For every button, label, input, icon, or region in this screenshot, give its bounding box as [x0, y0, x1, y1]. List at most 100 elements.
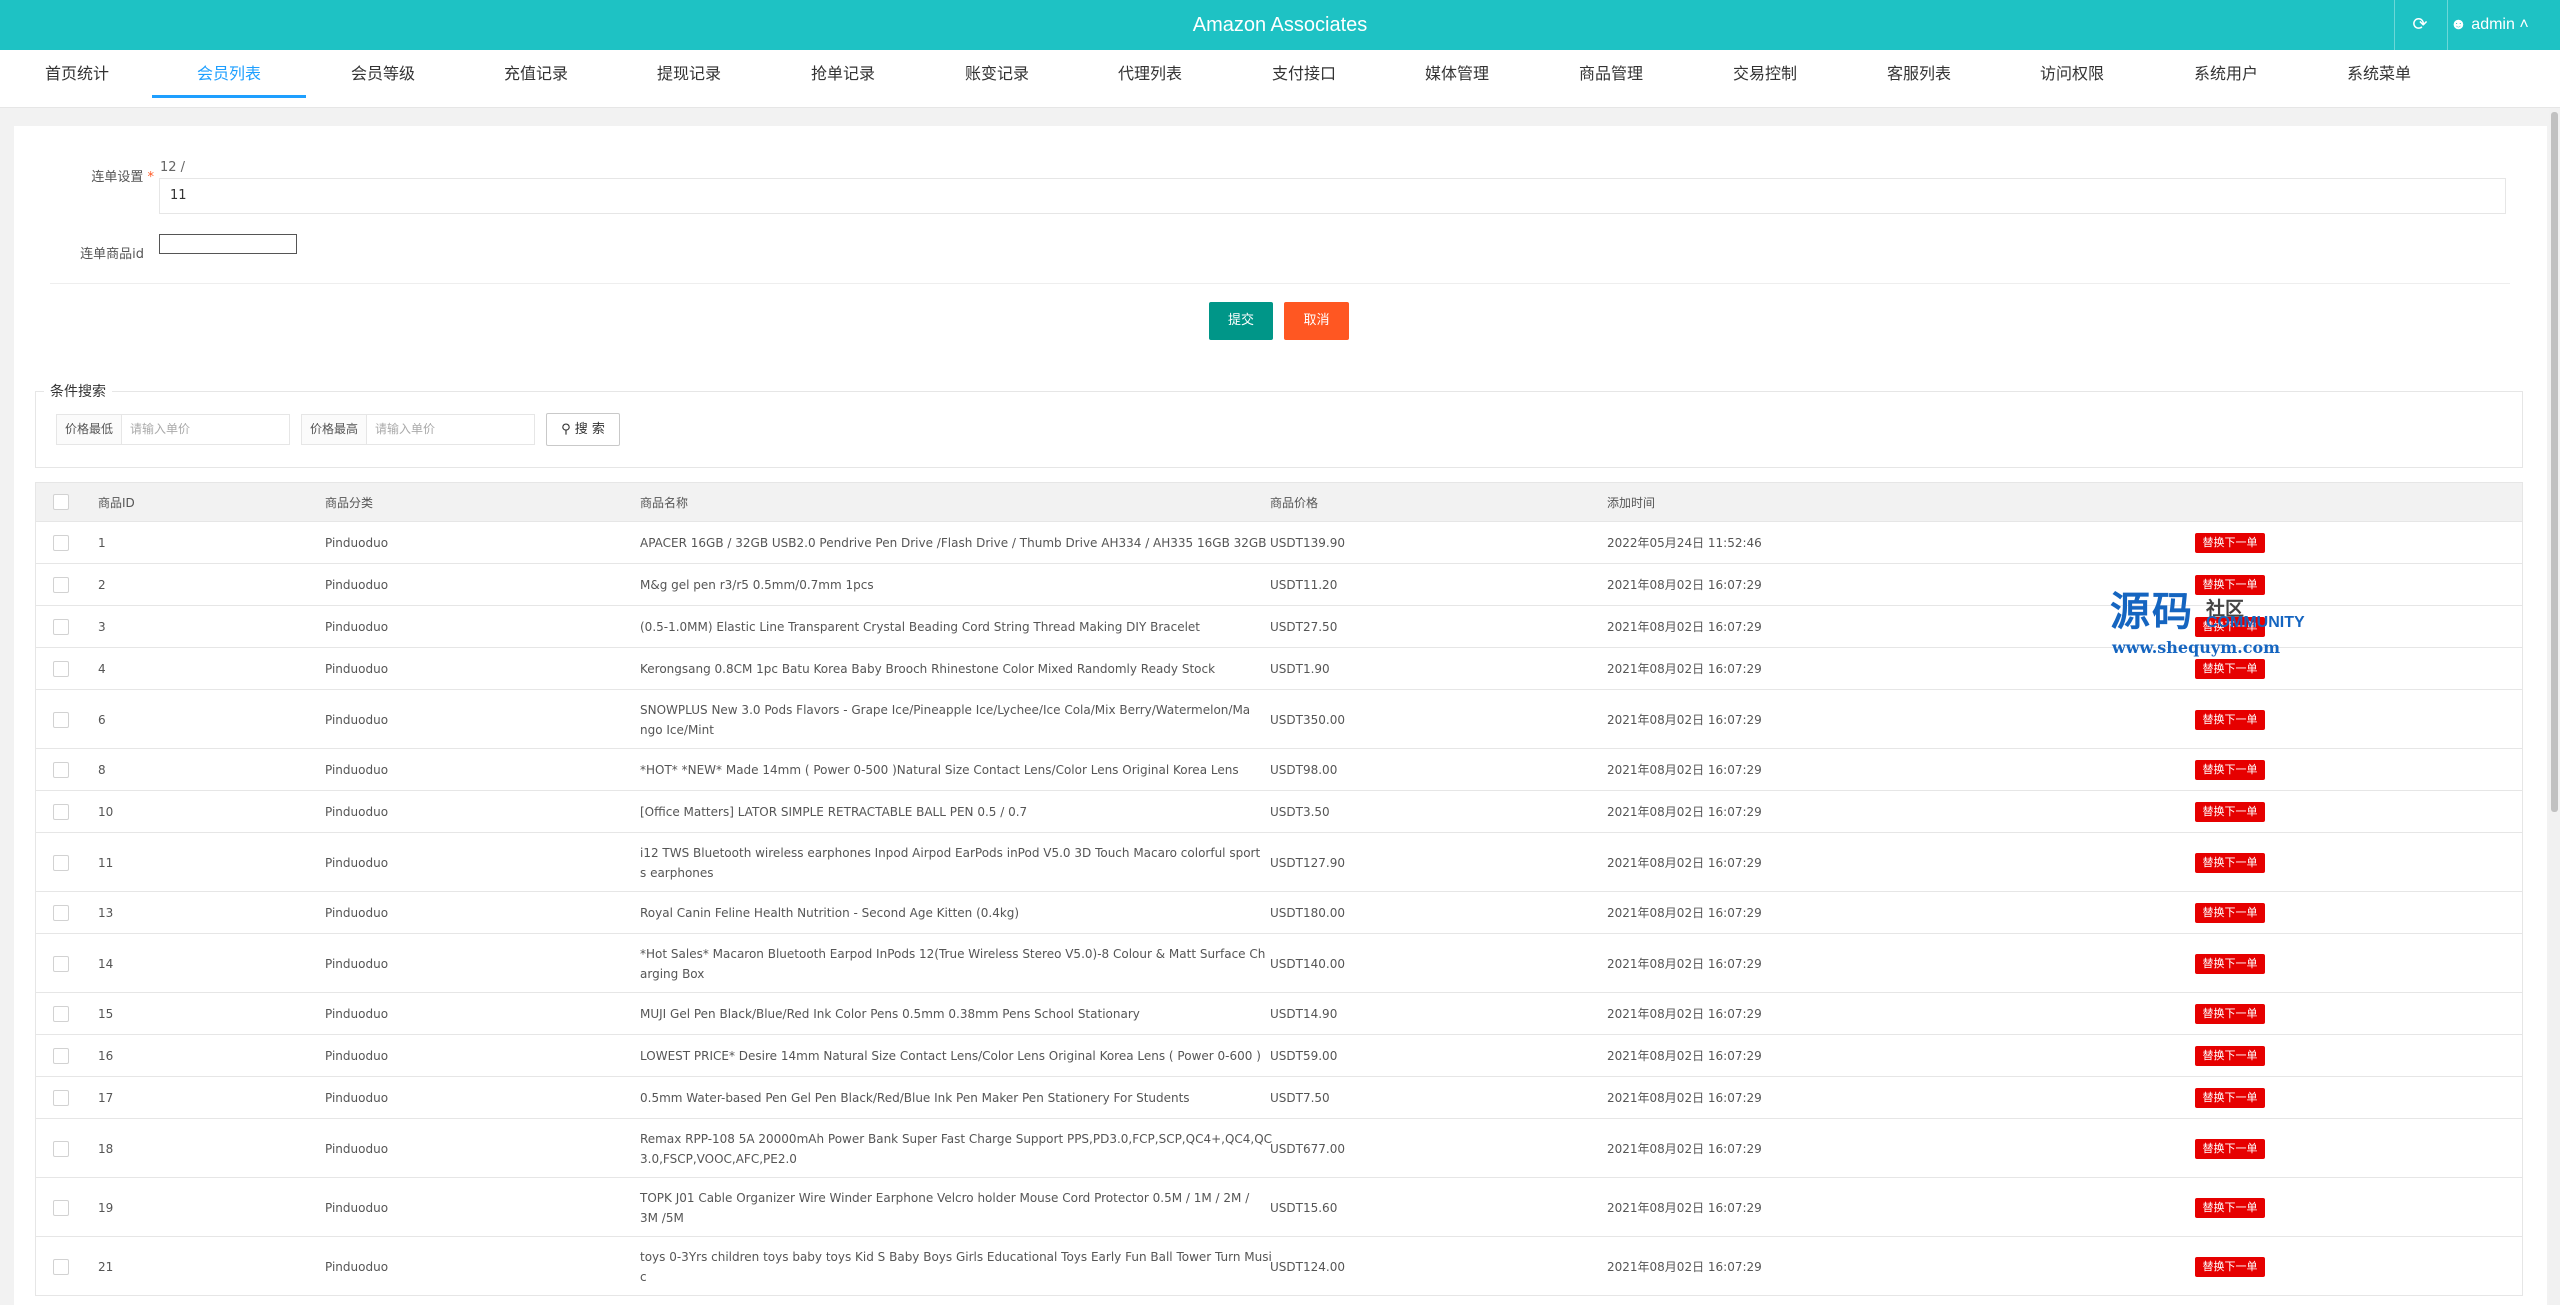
cell-category: Pinduoduo: [325, 1049, 389, 1063]
cell-name: MUJI Gel Pen Black/Blue/Red Ink Color Pe…: [640, 1007, 1140, 1021]
cell-time: 2021年08月02日 16:07:29: [1607, 662, 1762, 676]
replace-next-order-button[interactable]: 替换下一单: [2195, 852, 2265, 873]
row-checkbox[interactable]: [53, 1048, 69, 1064]
replace-next-order-button[interactable]: 替换下一单: [2195, 953, 2265, 974]
cell-id: 11: [98, 855, 114, 870]
product-id-label: 连单商品id: [80, 247, 144, 262]
cell-category: Pinduoduo: [325, 906, 389, 920]
replace-next-order-button[interactable]: 替换下一单: [2195, 1138, 2265, 1159]
tab-4[interactable]: 充值记录: [459, 50, 613, 98]
row-checkbox[interactable]: [53, 762, 69, 778]
cell-price: USDT14.90: [1270, 1007, 1338, 1021]
user-menu[interactable]: ☻ admin ˄: [2450, 0, 2529, 50]
tab-15[interactable]: 系统用户: [2149, 50, 2303, 98]
table-row: 14 Pinduoduo USDT140.00 2021年08月02日 16:07:2…: [35, 934, 2523, 993]
row-checkbox[interactable]: [53, 577, 69, 593]
cell-name: Remax RPP-108 5A 20000mAh Power Bank Sup…: [640, 1131, 1273, 1146]
row-checkbox[interactable]: [53, 1258, 69, 1275]
table-row: 18 Pinduoduo USDT677.00 2021年08月02日 16:07:2…: [35, 1119, 2523, 1178]
row-checkbox[interactable]: [53, 1140, 69, 1157]
tab-7[interactable]: 账变记录: [920, 50, 1074, 98]
cell-id: 8: [98, 763, 106, 777]
replace-next-order-button[interactable]: 替换下一单: [2195, 1046, 2265, 1066]
scrollbar[interactable]: [2549, 108, 2560, 1305]
cell-id: 13: [98, 906, 114, 920]
cell-time: 2021年08月02日 16:07:29: [1607, 855, 1762, 870]
table-row: 17 Pinduoduo USDT7.50 2021年08月02日 16:07:29 0…: [35, 1077, 2523, 1119]
cell-name: 0.5mm Water-based Pen Gel Pen Black/Red/…: [640, 1091, 1190, 1105]
replace-next-order-button[interactable]: 替换下一单: [2195, 760, 2265, 780]
cell-category: Pinduoduo: [325, 1141, 389, 1156]
cell-id: 18: [98, 1141, 114, 1156]
cell-time: 2021年08月02日 16:07:29: [1607, 712, 1762, 727]
row-checkbox[interactable]: [53, 955, 69, 972]
cell-name: *HOT* *NEW* Made 14mm ( Power 0-500 )Nat…: [640, 763, 1239, 777]
cell-category: Pinduoduo: [325, 536, 389, 550]
replace-next-order-button[interactable]: 替换下一单: [2195, 533, 2265, 553]
tab-5[interactable]: 提现记录: [612, 50, 766, 98]
max-price-input[interactable]: 请输入单价: [367, 415, 443, 444]
order-setting-input[interactable]: 11: [159, 178, 2506, 214]
tab-3[interactable]: 会员等级: [306, 50, 460, 98]
table-row: 6 Pinduoduo USDT350.00 2021年08月02日 16:07:29…: [35, 690, 2523, 749]
replace-next-order-button[interactable]: 替换下一单: [2195, 903, 2265, 923]
replace-next-order-button[interactable]: 替换下一单: [2195, 1256, 2265, 1277]
cell-id: 21: [98, 1259, 114, 1274]
replace-next-order-button[interactable]: 替换下一单: [2195, 802, 2265, 822]
cell-category: Pinduoduo: [325, 1091, 389, 1105]
row-checkbox[interactable]: [53, 1199, 69, 1216]
cell-name: s earphones: [640, 865, 714, 880]
row-checkbox[interactable]: [53, 905, 69, 921]
row-checkbox[interactable]: [53, 1090, 69, 1106]
min-price-input[interactable]: 请输入单价: [122, 415, 198, 444]
cell-time: 2021年08月02日 16:07:29: [1607, 906, 1762, 920]
cell-time: 2021年08月02日 16:07:29: [1607, 956, 1762, 971]
tab-9[interactable]: 支付接口: [1227, 50, 1381, 98]
cell-time: 2021年08月02日 16:07:29: [1607, 1200, 1762, 1215]
cell-category: Pinduoduo: [325, 662, 389, 676]
row-checkbox[interactable]: [53, 1006, 69, 1022]
cell-category: Pinduoduo: [325, 855, 389, 870]
row-checkbox[interactable]: [53, 535, 69, 551]
tab-1[interactable]: 首页统计: [0, 50, 154, 98]
tab-6[interactable]: 抢单记录: [766, 50, 920, 98]
tab-8[interactable]: 代理列表: [1073, 50, 1227, 98]
row-checkbox[interactable]: [53, 619, 69, 635]
table-header: 商品ID 商品分类 商品名称 商品价格 添加时间: [35, 482, 2523, 522]
row-checkbox[interactable]: [53, 661, 69, 677]
tab-2[interactable]: 会员列表: [152, 50, 306, 98]
tab-16[interactable]: 系统菜单: [2302, 50, 2456, 98]
row-checkbox[interactable]: [53, 711, 69, 728]
tab-13[interactable]: 客服列表: [1842, 50, 1996, 98]
replace-next-order-button[interactable]: 替换下一单: [2195, 709, 2265, 730]
replace-next-order-button[interactable]: 替换下一单: [2195, 1088, 2265, 1108]
replace-next-order-button[interactable]: 替换下一单: [2195, 659, 2265, 679]
cell-price: USDT59.00: [1270, 1049, 1338, 1063]
replace-next-order-button[interactable]: 替换下一单: [2195, 1197, 2265, 1218]
cell-category: Pinduoduo: [325, 712, 389, 727]
tab-10[interactable]: 媒体管理: [1380, 50, 1534, 98]
select-all-checkbox[interactable]: [53, 494, 69, 510]
app-title: Amazon Associates: [1192, 14, 1368, 36]
row-checkbox[interactable]: [53, 804, 69, 820]
tab-12[interactable]: 交易控制: [1688, 50, 1842, 98]
search-button[interactable]: ⚲ 搜 索: [546, 413, 620, 446]
tab-11[interactable]: 商品管理: [1534, 50, 1688, 98]
scrollbar-thumb[interactable]: [2551, 112, 2558, 812]
cell-id: 19: [98, 1200, 114, 1215]
order-setting-hint: 12 /: [160, 160, 186, 175]
submit-button[interactable]: 提交: [1209, 302, 1273, 340]
cell-category: Pinduoduo: [325, 1007, 389, 1021]
tab-14[interactable]: 访问权限: [1995, 50, 2149, 98]
cancel-button[interactable]: 取消: [1284, 302, 1349, 340]
max-price-label: 价格最高: [302, 415, 368, 444]
cell-time: 2021年08月02日 16:07:29: [1607, 620, 1762, 634]
cell-name: ngo Ice/Mint: [640, 722, 714, 737]
cell-time: 2021年08月02日 16:07:29: [1607, 805, 1762, 819]
product-id-input[interactable]: [159, 234, 297, 254]
table-row: 15 Pinduoduo USDT14.90 2021年08月02日 16:07:29…: [35, 993, 2523, 1035]
row-checkbox[interactable]: [53, 854, 69, 871]
replace-next-order-button[interactable]: 替换下一单: [2195, 1004, 2265, 1024]
cell-price: USDT127.90: [1270, 855, 1345, 870]
refresh-icon[interactable]: ⟳: [2395, 0, 2445, 50]
